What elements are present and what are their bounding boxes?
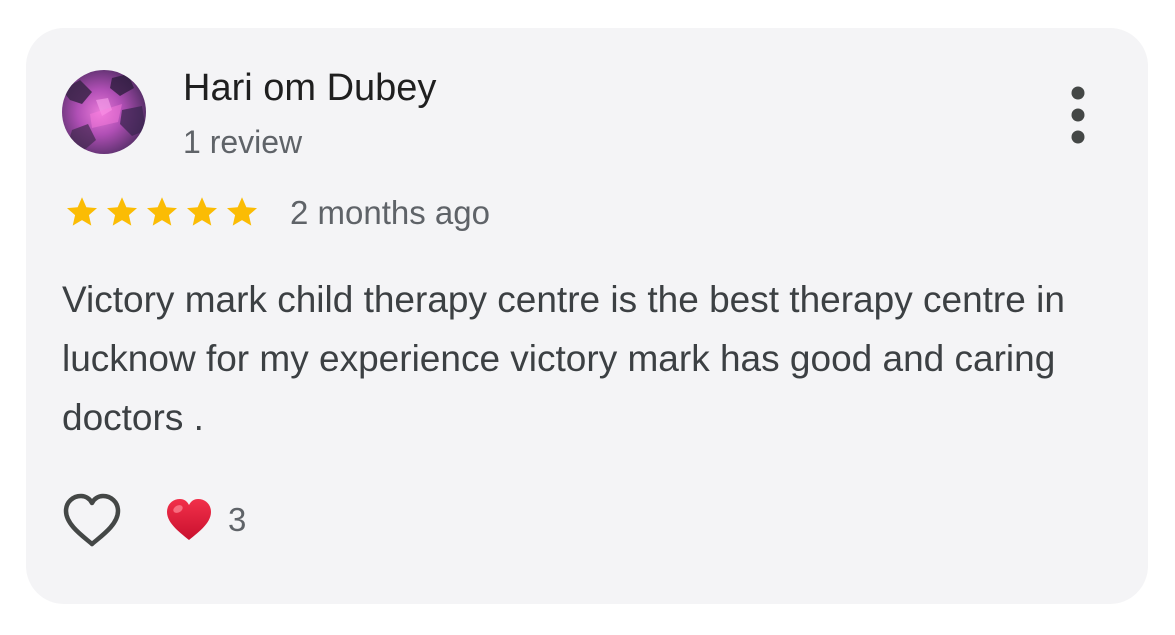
heart-outline-icon [63,493,121,547]
review-text: Victory mark child therapy centre is the… [62,279,1065,438]
avatar-image [62,70,146,154]
red-heart-icon [164,497,214,543]
author-name[interactable]: Hari om Dubey [183,66,436,110]
star-rating [62,194,262,230]
reaction-summary: 3 [164,496,246,544]
more-options-button[interactable] [1058,80,1098,150]
star-icon [227,197,257,226]
star-icon [67,197,97,226]
like-button[interactable] [62,492,122,550]
avatar[interactable] [62,70,146,154]
review-date: 2 months ago [290,194,490,231]
star-icon [147,197,177,226]
more-vert-icon [1071,86,1085,144]
review-card: Hari om Dubey 1 review 2 months ago Vict… [26,28,1148,604]
star-icon [107,197,137,226]
reaction-count: 3 [228,501,247,538]
star-icon [187,197,217,226]
author-review-count: 1 review [183,124,303,160]
